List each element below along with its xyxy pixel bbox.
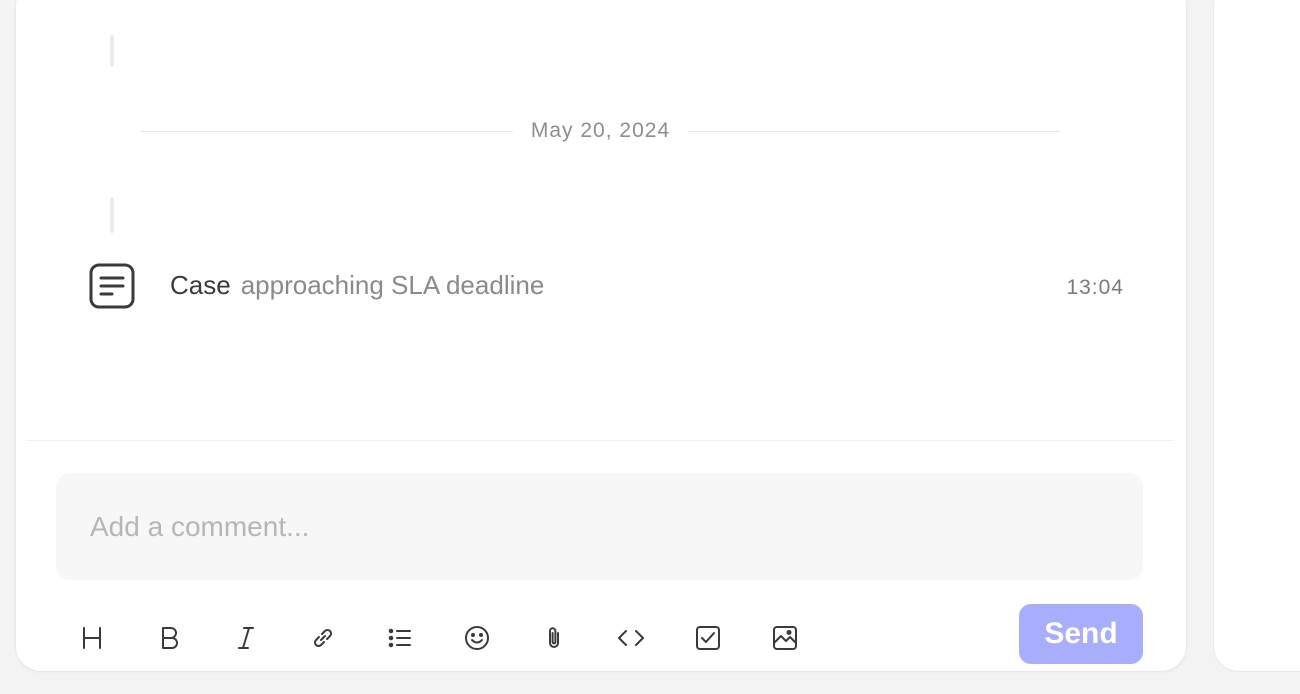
code-icon[interactable] — [606, 613, 656, 663]
link-icon[interactable] — [298, 613, 348, 663]
bold-icon[interactable] — [144, 613, 194, 663]
timeline-connector — [110, 35, 114, 67]
comment-box[interactable] — [56, 473, 1143, 580]
event-timestamp: 13:04 — [1066, 276, 1124, 299]
event-description: Case approaching SLA deadline — [170, 270, 544, 301]
note-icon — [88, 262, 136, 310]
divider-rule-right — [688, 130, 1061, 132]
send-button[interactable]: Send — [1019, 604, 1143, 664]
comment-input[interactable] — [56, 473, 1143, 580]
divider-rule-left — [141, 130, 513, 132]
activity-panel: May 20, 2024 Case approaching SLA deadlin… — [0, 0, 1300, 694]
event-action: approaching SLA deadline — [240, 270, 545, 300]
heading-icon[interactable] — [67, 613, 117, 663]
emoji-icon[interactable] — [452, 613, 502, 663]
side-panel-card — [1213, 0, 1300, 672]
date-label: May 20, 2024 — [530, 119, 671, 142]
composer-separator — [27, 440, 1173, 441]
event-subject: Case — [170, 270, 231, 300]
italic-icon[interactable] — [221, 613, 271, 663]
formatting-toolbar — [67, 610, 837, 666]
bullet-list-icon[interactable] — [375, 613, 425, 663]
image-icon[interactable] — [760, 613, 810, 663]
date-divider: May 20, 2024 — [141, 119, 1061, 142]
timeline-connector — [110, 197, 114, 233]
checkbox-icon[interactable] — [683, 613, 733, 663]
attachment-icon[interactable] — [529, 613, 579, 663]
activity-event: Case approaching SLA deadline 13:04 — [88, 262, 1124, 310]
